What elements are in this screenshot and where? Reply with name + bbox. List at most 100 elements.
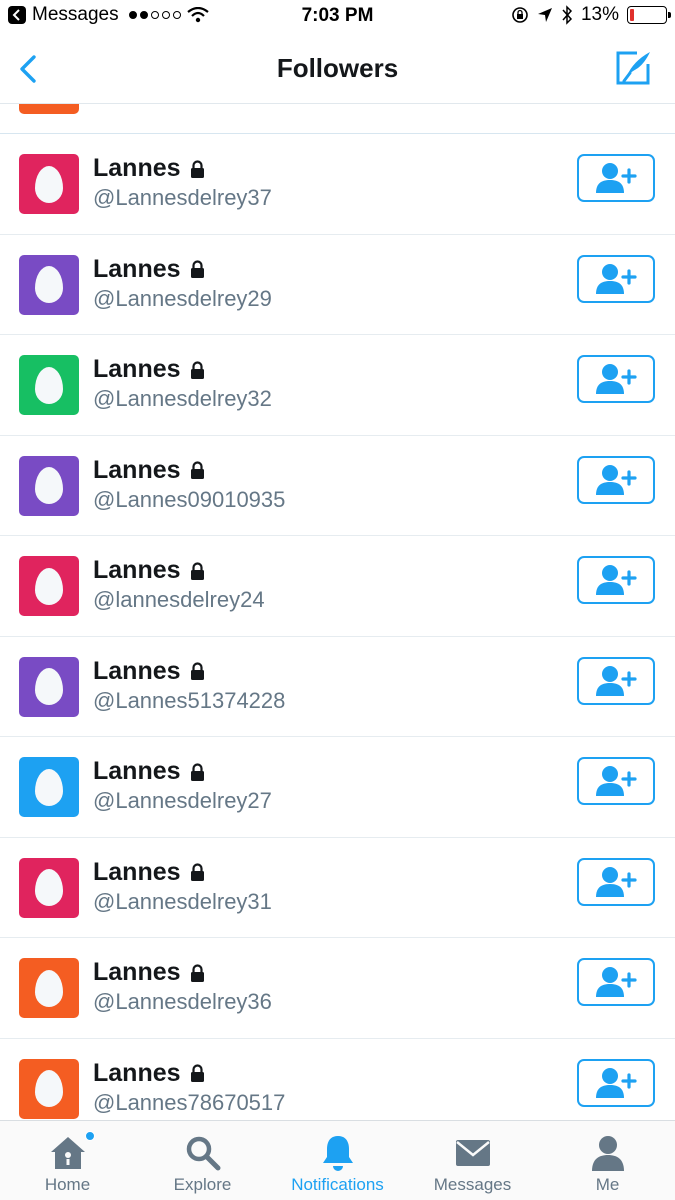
home-icon — [48, 1133, 88, 1173]
avatar[interactable] — [19, 254, 79, 315]
display-name[interactable]: Lannes — [93, 1059, 181, 1088]
follow-button[interactable] — [577, 556, 655, 604]
display-name[interactable]: Lannes — [93, 255, 181, 284]
lock-icon — [190, 1064, 204, 1082]
avatar[interactable] — [19, 455, 79, 516]
display-name[interactable]: Lannes — [93, 958, 181, 987]
display-name[interactable]: Lannes — [93, 858, 181, 887]
name-line: Lannes — [93, 556, 205, 585]
avatar[interactable] — [19, 1058, 79, 1119]
lock-icon — [190, 863, 204, 881]
follow-user-icon — [596, 364, 637, 394]
username[interactable]: @lannesdelrey24 — [93, 587, 265, 613]
follow-button[interactable] — [577, 656, 655, 705]
display-name[interactable]: Lannes — [93, 154, 181, 183]
avatar[interactable] — [19, 958, 79, 1018]
search-icon — [183, 1133, 223, 1173]
list-item[interactable]: Lannes @Lannesdelrey27 — [0, 737, 675, 838]
tab-me[interactable]: Me — [540, 1121, 675, 1200]
default-egg-avatar-icon — [35, 266, 63, 303]
follow-user-icon — [596, 263, 637, 294]
avatar[interactable] — [19, 556, 79, 616]
list-item[interactable]: Lannes @Lannes78670517 — [0, 1039, 675, 1121]
list-item-partial[interactable] — [0, 104, 675, 134]
follow-user-icon — [596, 665, 637, 696]
username[interactable]: @Lannes78670517 — [93, 1090, 285, 1116]
tab-label: Explore — [173, 1175, 232, 1194]
lock-icon — [190, 461, 204, 479]
follow-user-icon — [596, 565, 637, 595]
list-item[interactable]: Lannes @Lannesdelrey32 — [0, 335, 675, 436]
page-title: Followers — [276, 53, 399, 83]
list-item[interactable]: Lannes @Lannesdelrey37 — [0, 134, 675, 235]
battery-icon — [627, 6, 671, 24]
name-line: Lannes — [93, 456, 205, 485]
name-line: Lannes — [93, 958, 205, 987]
display-name[interactable]: Lannes — [93, 556, 181, 585]
default-egg-avatar-icon — [35, 467, 63, 504]
tab-label: Messages — [433, 1175, 512, 1194]
lock-icon — [190, 762, 204, 781]
follow-button[interactable] — [577, 757, 655, 805]
default-egg-avatar-icon — [35, 969, 63, 1007]
display-name[interactable]: Lannes — [93, 456, 181, 485]
list-item[interactable]: Lannes @Lannes09010935 — [0, 436, 675, 536]
follow-button[interactable] — [577, 857, 655, 906]
default-egg-avatar-icon — [35, 366, 63, 404]
bluetooth-icon — [562, 5, 572, 25]
name-line: Lannes — [93, 1059, 205, 1088]
default-egg-avatar-icon — [35, 869, 63, 906]
tab-label: Notifications — [291, 1175, 384, 1194]
name-line: Lannes — [93, 757, 205, 786]
avatar[interactable] — [19, 104, 79, 114]
default-egg-avatar-icon — [35, 1070, 63, 1107]
list-item[interactable]: Lannes @Lannes51374228 — [0, 637, 675, 737]
avatar[interactable] — [19, 757, 79, 817]
username[interactable]: @Lannesdelrey29 — [93, 286, 272, 312]
avatar[interactable] — [19, 154, 79, 214]
lock-icon — [190, 159, 204, 178]
display-name[interactable]: Lannes — [93, 657, 181, 686]
username[interactable]: @Lannesdelrey36 — [93, 989, 272, 1015]
list-item[interactable]: Lannes @Lannesdelrey31 — [0, 838, 675, 938]
display-name[interactable]: Lannes — [93, 757, 181, 786]
tab-messages[interactable]: Messages — [405, 1121, 540, 1200]
follow-user-icon — [596, 766, 637, 796]
follow-user-icon — [596, 1067, 637, 1098]
navigation-bar: Followers — [0, 34, 675, 104]
list-item[interactable]: Lannes @lannesdelrey24 — [0, 536, 675, 637]
avatar[interactable] — [19, 355, 79, 415]
compose-tweet-button[interactable] — [613, 48, 653, 88]
follow-user-icon — [596, 163, 637, 193]
follow-button[interactable] — [577, 154, 655, 202]
lock-icon — [190, 260, 204, 278]
default-egg-avatar-icon — [35, 668, 63, 705]
tab-home[interactable]: Home — [0, 1121, 135, 1200]
username[interactable]: @Lannesdelrey31 — [93, 889, 272, 915]
envelope-icon — [453, 1133, 493, 1173]
avatar[interactable] — [19, 656, 79, 717]
username[interactable]: @Lannes51374228 — [93, 688, 285, 714]
username[interactable]: @Lannes09010935 — [93, 487, 285, 513]
follow-button[interactable] — [577, 254, 655, 303]
username[interactable]: @Lannesdelrey32 — [93, 386, 272, 412]
follow-button[interactable] — [577, 1058, 655, 1107]
tab-explore[interactable]: Explore — [135, 1121, 270, 1200]
followers-list[interactable]: Lannes @Lannesdelrey37 Lannes @Lannesdelrey… — [0, 104, 675, 1120]
lock-icon — [190, 963, 204, 982]
follow-button[interactable] — [577, 455, 655, 504]
status-right: 13% — [511, 4, 671, 26]
display-name[interactable]: Lannes — [93, 355, 181, 384]
list-item[interactable]: Lannes @Lannesdelrey36 — [0, 938, 675, 1039]
avatar[interactable] — [19, 857, 79, 918]
username[interactable]: @Lannesdelrey27 — [93, 788, 272, 814]
follow-button[interactable] — [577, 355, 655, 403]
tab-notifications[interactable]: Notifications — [270, 1121, 405, 1200]
follow-button[interactable] — [577, 958, 655, 1006]
bell-icon — [318, 1133, 358, 1173]
name-line: Lannes — [93, 355, 205, 384]
list-item[interactable]: Lannes @Lannesdelrey29 — [0, 235, 675, 335]
lock-icon — [190, 360, 204, 379]
tab-bar: Home Explore Notifications Messages Me — [0, 1120, 675, 1200]
username[interactable]: @Lannesdelrey37 — [93, 185, 272, 211]
